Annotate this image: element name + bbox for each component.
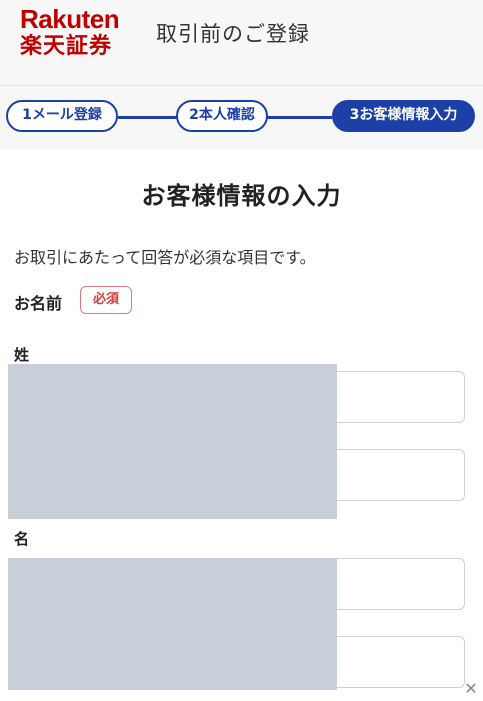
page-title: お客様情報の入力: [141, 182, 342, 210]
step-connector: [266, 116, 332, 119]
logo-japanese: 楽天証券: [20, 34, 113, 59]
rakuten-securities-logo[interactable]: Rakuten 楽天証券: [20, 4, 120, 60]
given-name-label: 名: [14, 530, 30, 548]
step-connector: [118, 116, 178, 119]
step-customer-info: 3お客様情報入力: [332, 100, 475, 132]
step-identity-verification: 2本人確認: [176, 100, 268, 132]
header-title: 取引前のご登録: [156, 22, 310, 46]
required-badge: 必須: [80, 286, 132, 314]
close-icon[interactable]: ✕: [462, 680, 480, 698]
redacted-area: [8, 364, 337, 519]
logo-wordmark: Rakuten: [20, 4, 120, 34]
redacted-area: [8, 558, 337, 690]
surname-label: 姓: [14, 346, 30, 364]
intro-text: お取引にあたって回答が必須な項目です。: [14, 248, 316, 267]
progress-steps: 1メール登録 2本人確認 3お客様情報入力: [0, 86, 483, 150]
header-bar: Rakuten 楽天証券 取引前のご登録: [0, 0, 483, 86]
step-email-registration: 1メール登録: [6, 100, 118, 132]
name-field-label: お名前: [14, 294, 63, 313]
